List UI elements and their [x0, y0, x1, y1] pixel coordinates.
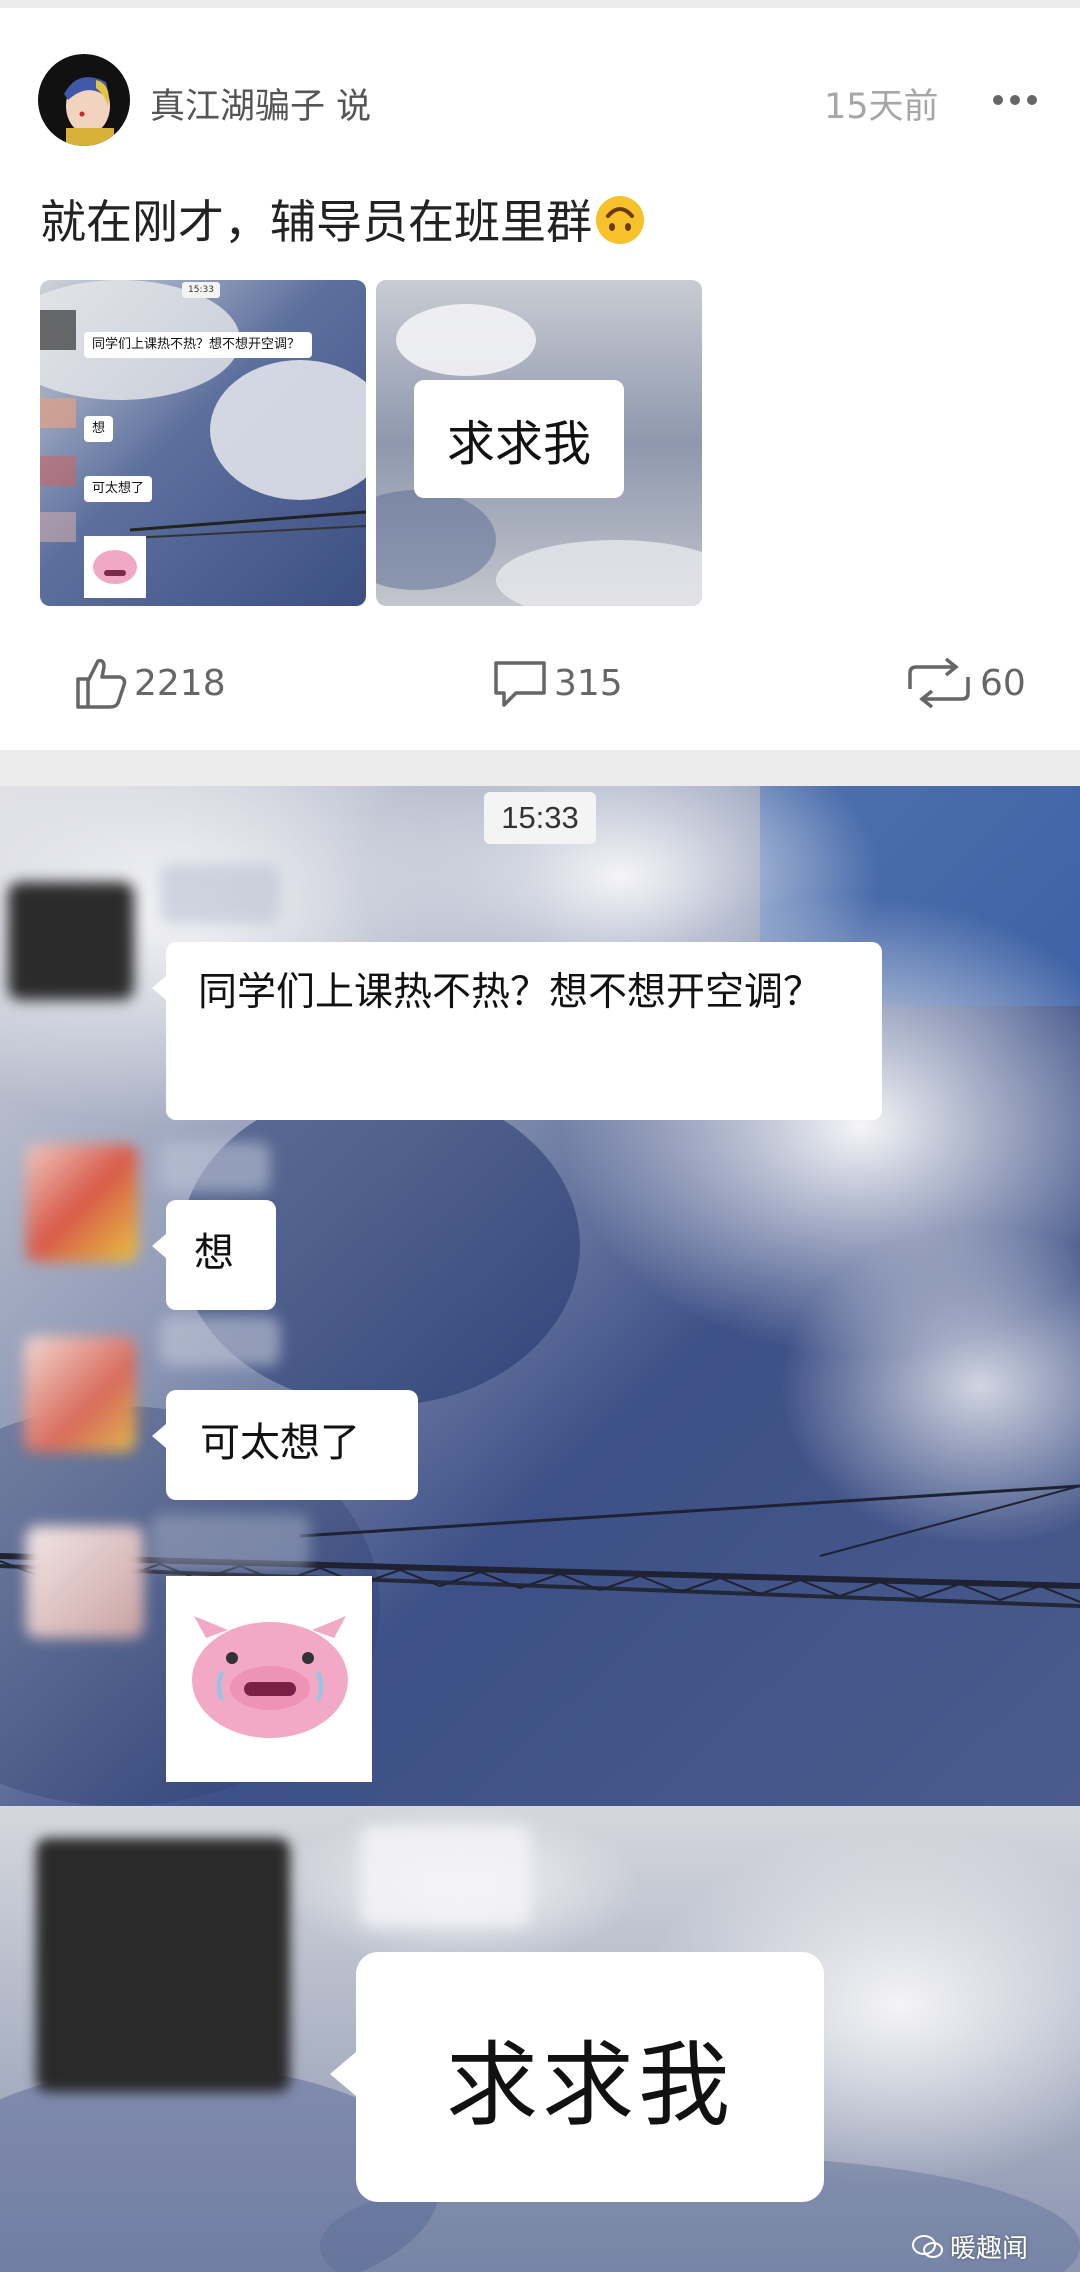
- blurred-nickname-large: [360, 1826, 530, 1926]
- blurred-nickname-2: [160, 1142, 270, 1192]
- section-divider: [0, 750, 1080, 786]
- chat-screenshot-2[interactable]: 求求我: [0, 1806, 1080, 2272]
- thumb-big-message: 求求我: [414, 380, 624, 498]
- pig-icon: [192, 1616, 348, 1738]
- chat-message-1[interactable]: 同学们上课热不热？想不想开空调？: [152, 942, 882, 1120]
- watermark-text: 暖趣闻: [950, 2234, 1029, 2264]
- blurred-avatar-1: [8, 882, 134, 1000]
- wechat-icon: [912, 2234, 943, 2258]
- thumb-message-3: 可太想了: [84, 476, 153, 502]
- like-count: 2218: [134, 662, 226, 704]
- blurred-nickname-1: [160, 864, 280, 924]
- upside-down-face-icon: [594, 194, 646, 246]
- post-card: 真江湖骗子 说 15天前 就在刚才，辅导员在班里群 15:33 同学们上课热不热…: [0, 8, 1080, 750]
- chat-message-large[interactable]: 求求我: [330, 1952, 824, 2202]
- thumb-message-2: 想: [84, 416, 114, 442]
- thumb-time-badge: 15:33: [182, 282, 220, 298]
- user-avatar[interactable]: [38, 54, 130, 146]
- crying-pig-sticker[interactable]: [166, 1576, 372, 1782]
- repost-button[interactable]: 60: [902, 648, 1026, 718]
- chat-message-2[interactable]: 想: [152, 1200, 276, 1310]
- blurred-nickname-3: [160, 1316, 280, 1366]
- username[interactable]: 真江湖骗子 说: [150, 78, 371, 129]
- comment-count: 315: [554, 662, 623, 704]
- top-gap: [0, 0, 1080, 8]
- post-timestamp: 15天前: [824, 87, 939, 127]
- blurred-avatar-2: [26, 1144, 138, 1262]
- repost-count: 60: [980, 662, 1026, 704]
- chat-time-badge: 15:33: [484, 792, 596, 844]
- blurred-avatar-large: [36, 1838, 290, 2092]
- blurred-nickname-4: [150, 1514, 310, 1570]
- post-image-thumbnail-2[interactable]: 求求我: [376, 280, 702, 606]
- chat-message-3[interactable]: 可太想了: [152, 1390, 418, 1500]
- post-text-content: 就在刚才，辅导员在班里群: [40, 195, 592, 249]
- comment-button[interactable]: 315: [490, 648, 623, 718]
- like-button[interactable]: 2218: [70, 648, 226, 718]
- watermark: 暖趣闻: [912, 2228, 1028, 2265]
- blurred-avatar-4: [26, 1526, 144, 1638]
- repost-icon: [908, 657, 970, 709]
- thumb-message-1: 同学们上课热不热？想不想开空调？: [84, 332, 312, 358]
- blurred-avatar-3: [24, 1336, 136, 1452]
- more-options-icon[interactable]: [992, 92, 1038, 106]
- post-text: 就在刚才，辅导员在班里群: [40, 186, 646, 252]
- thumbs-up-icon: [76, 658, 127, 709]
- chat-screenshot-1[interactable]: 15:33 同学们上课热不热？想不想开空调？ 想 可太想了: [0, 786, 1080, 1806]
- post-image-thumbnail-1[interactable]: 15:33 同学们上课热不热？想不想开空调？ 想 可太想了: [40, 280, 366, 606]
- comment-icon: [494, 661, 546, 707]
